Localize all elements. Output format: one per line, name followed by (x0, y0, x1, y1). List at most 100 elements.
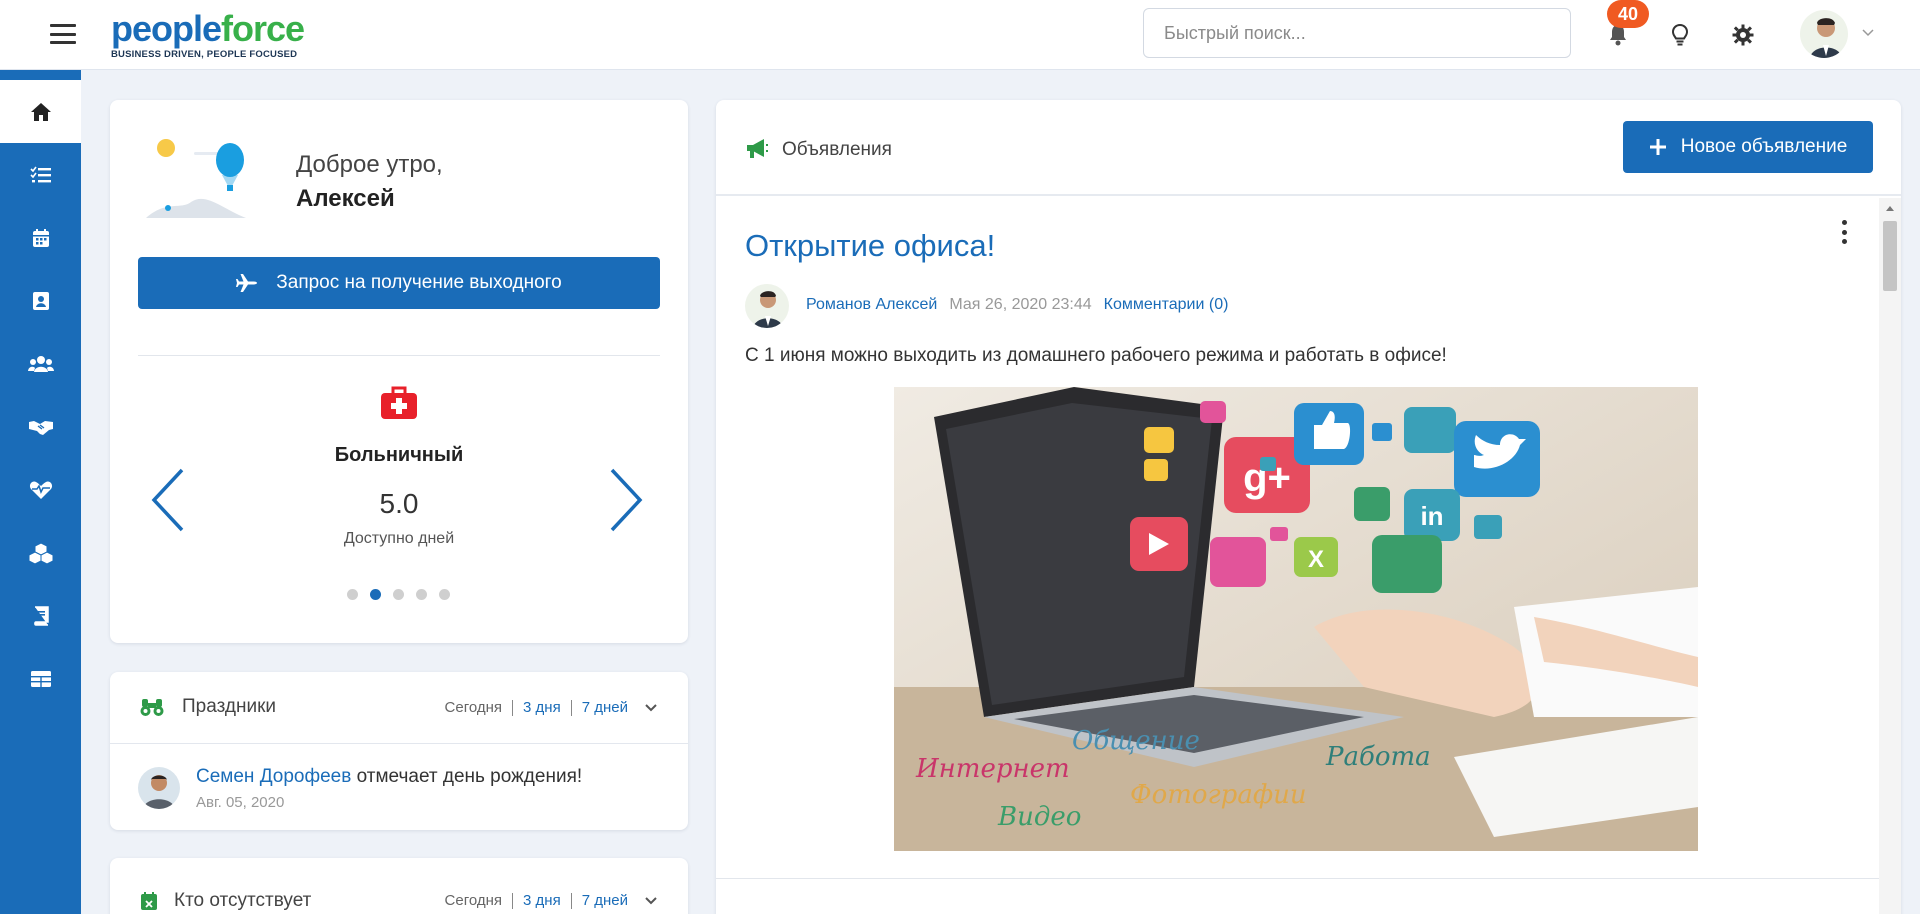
request-day-off-label: Запрос на получение выходного (276, 272, 562, 293)
book-icon (33, 605, 49, 626)
sidebar-item-home[interactable] (0, 80, 81, 143)
checklist-icon (29, 166, 51, 182)
request-day-off-button[interactable]: Запрос на получение выходного (138, 257, 660, 309)
leave-days-label: Доступно дней (343, 530, 455, 547)
user-avatar[interactable] (1800, 10, 1848, 58)
absent-title: Кто отсутствует (174, 890, 312, 911)
leave-type: Больничный (334, 444, 464, 466)
heart-pulse-icon (29, 481, 52, 499)
medical-kit-icon (381, 386, 417, 419)
holidays-header: Праздники Сегодня 3 дня 7 дней (110, 672, 688, 744)
top-bar: peopleforce BUSINESS DRIVEN, PEOPLE FOCU… (0, 0, 1920, 70)
app-logo[interactable]: peopleforce BUSINESS DRIVEN, PEOPLE FOCU… (111, 8, 305, 61)
lightbulb-icon[interactable] (1665, 20, 1695, 50)
greeting-line: Доброе утро, (296, 151, 443, 178)
filter-7-days[interactable]: 7 дней (582, 892, 628, 909)
carousel-prev-button[interactable] (150, 465, 186, 535)
greeting-card: Доброе утро, Алексей Запрос на получение… (110, 100, 688, 643)
carousel-dot[interactable] (416, 589, 427, 600)
absent-filters: Сегодня 3 дня 7 дней (445, 892, 658, 909)
chevron-down-icon[interactable] (644, 896, 658, 906)
carousel-next-button[interactable] (608, 465, 644, 535)
holidays-title: Праздники (182, 696, 276, 717)
svg-text:Работа: Работа (1325, 742, 1431, 772)
filter-separator (512, 892, 514, 909)
sidebar-item-calendar[interactable] (0, 206, 81, 269)
divider (716, 878, 1879, 879)
more-options-icon[interactable] (1836, 220, 1852, 244)
calendar-icon (32, 228, 49, 247)
sidebar-item-health[interactable] (0, 458, 81, 521)
filter-today[interactable]: Сегодня (445, 892, 503, 909)
sidebar-item-assets[interactable] (0, 521, 81, 584)
airplane-icon (236, 274, 258, 292)
logo-tagline: BUSINESS DRIVEN, PEOPLE FOCUSED (111, 49, 298, 60)
menu-icon[interactable] (50, 24, 76, 44)
announcements-title: Объявления (782, 139, 892, 160)
announcement-title[interactable]: Открытие офиса! (745, 228, 995, 264)
author-avatar[interactable] (745, 284, 789, 328)
home-icon (30, 102, 51, 121)
filter-separator (570, 892, 572, 909)
sidebar-item-employees[interactable] (0, 332, 81, 395)
filter-separator (512, 699, 514, 716)
sidebar (0, 70, 81, 914)
carousel-dot[interactable] (439, 589, 450, 600)
gear-icon[interactable] (1728, 20, 1758, 50)
announcements-card: Объявления Новое объявление Открытие офи… (716, 100, 1901, 914)
announcement-image: g+ X in Интернет Общение Работа Видео Фо… (894, 387, 1698, 851)
users-icon (27, 355, 54, 372)
greeting: Доброе утро, Алексей (296, 148, 443, 216)
scrollbar[interactable] (1879, 198, 1901, 914)
chevron-left-icon (151, 468, 184, 532)
search-input[interactable] (1143, 8, 1571, 58)
divider (716, 194, 1901, 196)
cubes-icon (28, 541, 53, 564)
filter-7-days[interactable]: 7 дней (582, 699, 628, 716)
contact-card-icon (32, 291, 49, 310)
birthday-item: Семен Дорофеев отмечает день рождения! (196, 766, 582, 788)
svg-text:X: X (1308, 546, 1324, 573)
svg-text:Видео: Видео (997, 802, 1081, 832)
svg-text:Общение: Общение (1072, 726, 1200, 756)
scroll-up-icon[interactable] (1885, 204, 1895, 212)
filter-3-days[interactable]: 3 дня (523, 699, 561, 716)
notification-badge[interactable]: 40 (1607, 0, 1649, 28)
balloon-illustration (146, 139, 246, 218)
carousel-dot[interactable] (347, 589, 358, 600)
author-link[interactable]: Романов Алексей (806, 296, 937, 314)
binoculars-icon (140, 699, 164, 716)
sidebar-item-tasks[interactable] (0, 143, 81, 206)
filter-3-days[interactable]: 3 дня (523, 892, 561, 909)
holidays-filters: Сегодня 3 дня 7 дней (445, 699, 658, 716)
holidays-card: Праздники Сегодня 3 дня 7 дней Семен Дор… (110, 672, 688, 830)
announcement-body: С 1 июня можно выходить из домашнего раб… (745, 345, 1447, 366)
logo-part-people: people (111, 8, 222, 49)
svg-text:Фотографии: Фотографии (1130, 780, 1307, 810)
carousel-dot[interactable] (393, 589, 404, 600)
sidebar-item-partners[interactable] (0, 395, 81, 458)
birthday-text: отмечает день рождения! (351, 766, 583, 787)
avatar[interactable] (138, 767, 180, 809)
scrollbar-thumb[interactable] (1883, 221, 1897, 291)
comments-link[interactable]: Комментарии (0) (1104, 296, 1229, 314)
person-link[interactable]: Семен Дорофеев (196, 766, 351, 787)
birthday-date: Авг. 05, 2020 (196, 794, 285, 811)
chevron-down-icon[interactable] (1858, 18, 1878, 48)
sidebar-item-reports[interactable] (0, 647, 81, 710)
plus-icon (1649, 139, 1666, 155)
carousel-dot-active[interactable] (370, 589, 381, 600)
sidebar-item-contacts[interactable] (0, 269, 81, 332)
svg-text:Интернет: Интернет (915, 754, 1070, 784)
filter-today[interactable]: Сегодня (445, 699, 503, 716)
leave-days-value: 5.0 (379, 488, 419, 519)
megaphone-icon (747, 139, 768, 158)
absent-card: Кто отсутствует Сегодня 3 дня 7 дней (110, 858, 688, 914)
table-icon (30, 670, 51, 687)
new-announcement-button[interactable]: Новое объявление (1623, 121, 1873, 173)
announcement-date: Мая 26, 2020 23:44 (949, 296, 1092, 313)
sidebar-item-knowledge[interactable] (0, 584, 81, 647)
handshake-icon (28, 420, 53, 435)
calendar-icon (141, 892, 157, 910)
chevron-down-icon[interactable] (644, 703, 658, 713)
